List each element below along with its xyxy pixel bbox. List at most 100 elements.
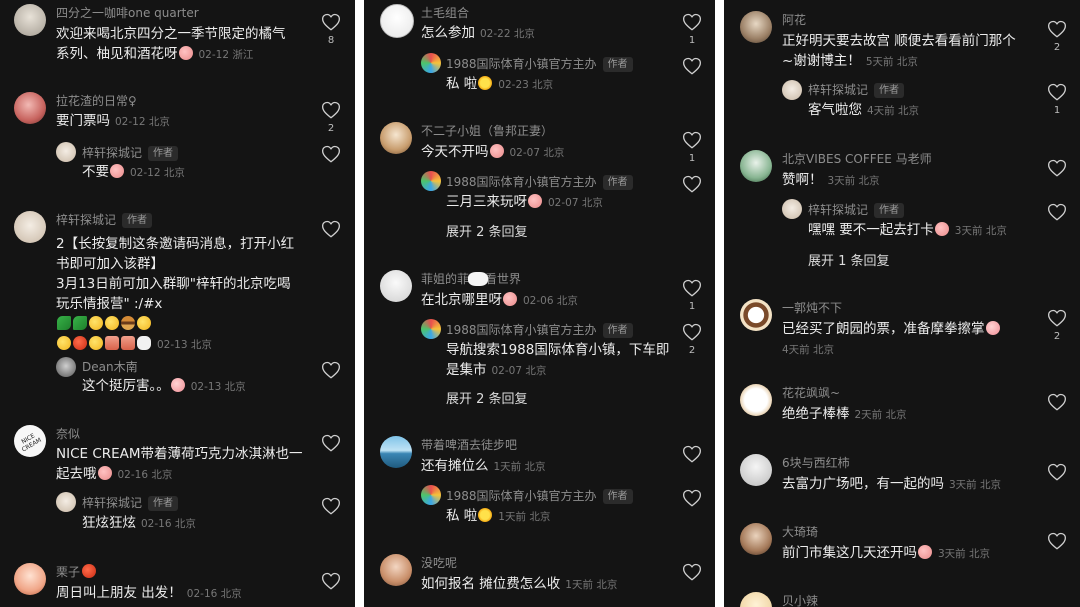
avatar[interactable]: [380, 270, 412, 302]
comment-username[interactable]: 北京VIBES COFFEE 马老师: [782, 150, 932, 167]
reply-text: 这个挺厉害。。 02-13 北京: [82, 378, 246, 394]
like-heart-icon[interactable]: [321, 434, 341, 452]
comment-text: 去富力广场吧，有一起的吗 3天前 北京: [782, 476, 1002, 492]
like-heart-icon[interactable]: [321, 13, 341, 31]
comment-text: 绝绝子棒棒 2天前 北京: [782, 406, 907, 422]
reply-avatar[interactable]: [782, 80, 802, 100]
like-heart-icon[interactable]: [321, 220, 341, 238]
comment-username[interactable]: 奈似: [56, 425, 80, 442]
reply-text: 私 啦 02-23 北京: [446, 76, 554, 92]
emoji-row: [56, 316, 152, 332]
like-heart-icon[interactable]: [682, 57, 702, 75]
comment-username[interactable]: 四分之一咖啡one quarter: [56, 4, 199, 21]
reply-username[interactable]: 梓轩探城记 作者: [808, 201, 905, 218]
avatar[interactable]: [740, 150, 772, 182]
reply-username[interactable]: 梓轩探城记 作者: [808, 81, 905, 98]
comment-username[interactable]: 6块与西红柿: [782, 454, 850, 471]
comment-username[interactable]: 花花飒飒~: [782, 384, 840, 401]
reply-text: 私 啦 1天前 北京: [446, 508, 551, 524]
avatar[interactable]: [380, 122, 412, 154]
avatar[interactable]: [740, 11, 772, 43]
like-heart-icon[interactable]: [1047, 20, 1067, 38]
like-count: 2: [1053, 42, 1061, 53]
comment-text: 在北京哪里呀 02-06 北京: [421, 292, 578, 308]
comment-username[interactable]: 一郭炖不下: [782, 299, 842, 316]
reply-avatar[interactable]: [56, 492, 76, 512]
like-heart-icon[interactable]: [1047, 203, 1067, 221]
comment-username[interactable]: 带着啤酒去徒步吧: [421, 436, 517, 453]
comment-username[interactable]: 阿花: [782, 11, 806, 28]
avatar[interactable]: [14, 211, 46, 243]
reply-username[interactable]: 1988国际体育小镇官方主办 作者: [446, 173, 633, 190]
reply-avatar[interactable]: [421, 53, 441, 73]
avatar[interactable]: [740, 592, 772, 607]
like-heart-icon[interactable]: [682, 175, 702, 193]
comment-username[interactable]: 梓轩探城记 作者: [56, 211, 153, 228]
avatar[interactable]: [380, 436, 412, 468]
avatar[interactable]: [740, 523, 772, 555]
reply-meta: 02-23 北京: [498, 79, 554, 91]
avatar[interactable]: [14, 4, 46, 36]
comment-username[interactable]: 不二子小姐（鲁邦正妻）: [421, 122, 553, 139]
comment-username[interactable]: 栗子: [56, 563, 97, 580]
like-heart-icon[interactable]: [682, 563, 702, 581]
reply-avatar[interactable]: [782, 199, 802, 219]
comment-username[interactable]: 没吃呢: [421, 554, 457, 571]
reply-username[interactable]: 1988国际体育小镇官方主办 作者: [446, 487, 633, 504]
reply-avatar[interactable]: [421, 485, 441, 505]
like-heart-icon[interactable]: [321, 101, 341, 119]
expand-replies-button[interactable]: 展开 2 条回复: [446, 388, 528, 407]
like-heart-icon[interactable]: [321, 361, 341, 379]
avatar[interactable]: [740, 454, 772, 486]
reply-username[interactable]: Dean木南: [82, 358, 138, 375]
like-heart-icon[interactable]: [682, 279, 702, 297]
reply-text: 狂炫狂炫 02-16 北京: [82, 515, 196, 531]
like-heart-icon[interactable]: [1047, 83, 1067, 101]
pig-emoji-icon: [934, 222, 949, 236]
like-heart-icon[interactable]: [1047, 159, 1067, 177]
pig-emoji-icon: [97, 466, 112, 480]
reply-avatar[interactable]: [421, 171, 441, 191]
like-heart-icon[interactable]: [1047, 309, 1067, 327]
reply-username[interactable]: 1988国际体育小镇官方主办 作者: [446, 55, 633, 72]
comment-meta: 02-22 北京: [480, 28, 535, 40]
comment-meta: 2天前 北京: [854, 409, 907, 421]
like-heart-icon[interactable]: [682, 131, 702, 149]
reply-username[interactable]: 1988国际体育小镇官方主办 作者: [446, 321, 633, 338]
avatar[interactable]: [14, 563, 46, 595]
pig-emoji-icon: [918, 545, 932, 559]
reply-avatar[interactable]: [56, 142, 76, 162]
avatar[interactable]: NICE CREAM: [14, 425, 46, 457]
reply-avatar[interactable]: [421, 319, 441, 339]
like-heart-icon[interactable]: [682, 489, 702, 507]
pig-emoji-icon: [110, 164, 124, 178]
like-heart-icon[interactable]: [1047, 393, 1067, 411]
author-tag: 作者: [122, 213, 153, 228]
like-heart-icon[interactable]: [321, 145, 341, 163]
comment-username[interactable]: 拉花渣的日常♀: [56, 92, 137, 109]
comment-username[interactable]: 贝小辣: [782, 592, 818, 607]
reply-avatar[interactable]: [56, 357, 76, 377]
comment-username[interactable]: 大琦琦: [782, 523, 818, 540]
reply-username[interactable]: 梓轩探城记 作者: [82, 494, 179, 511]
eyes-emoji-icon: [468, 272, 488, 286]
avatar[interactable]: [740, 384, 772, 416]
avatar[interactable]: [380, 4, 414, 38]
comment-meta: 3天前 北京: [938, 548, 991, 560]
like-count: 1: [688, 35, 696, 46]
expand-replies-button[interactable]: 展开 1 条回复: [808, 250, 890, 269]
avatar[interactable]: [380, 554, 412, 586]
reply-username[interactable]: 梓轩探城记 作者: [82, 144, 179, 161]
like-heart-icon[interactable]: [682, 445, 702, 463]
comment-meta: 02-12 浙江: [198, 49, 254, 61]
like-heart-icon[interactable]: [321, 497, 341, 515]
avatar[interactable]: [740, 299, 772, 331]
like-heart-icon[interactable]: [321, 572, 341, 590]
like-heart-icon[interactable]: [682, 323, 702, 341]
like-heart-icon[interactable]: [1047, 532, 1067, 550]
like-heart-icon[interactable]: [682, 13, 702, 31]
comment-username[interactable]: 土毛组合: [421, 4, 469, 21]
avatar[interactable]: [14, 92, 46, 124]
expand-replies-button[interactable]: 展开 2 条回复: [446, 221, 528, 240]
like-heart-icon[interactable]: [1047, 463, 1067, 481]
